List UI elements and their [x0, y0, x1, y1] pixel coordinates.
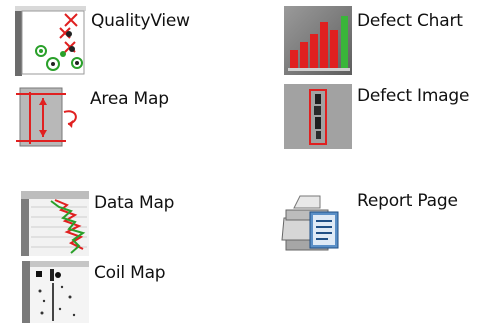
area-map-icon: [14, 84, 84, 151]
quality-view-icon: [15, 6, 86, 76]
report-page-label: Report Page: [357, 191, 458, 211]
area-map-label: Area Map: [90, 89, 169, 109]
coil-map-icon: [22, 261, 89, 323]
report-page-icon: [280, 188, 350, 256]
defect-image-icon: [284, 84, 352, 149]
defect-chart-icon: [284, 6, 352, 75]
data-map-icon: [21, 191, 89, 256]
defect-chart-label: Defect Chart: [357, 11, 463, 31]
coil-map-label: Coil Map: [94, 263, 166, 283]
quality-view-label: QualityView: [91, 11, 190, 31]
data-map-label: Data Map: [94, 193, 175, 213]
defect-image-label: Defect Image: [357, 86, 470, 106]
